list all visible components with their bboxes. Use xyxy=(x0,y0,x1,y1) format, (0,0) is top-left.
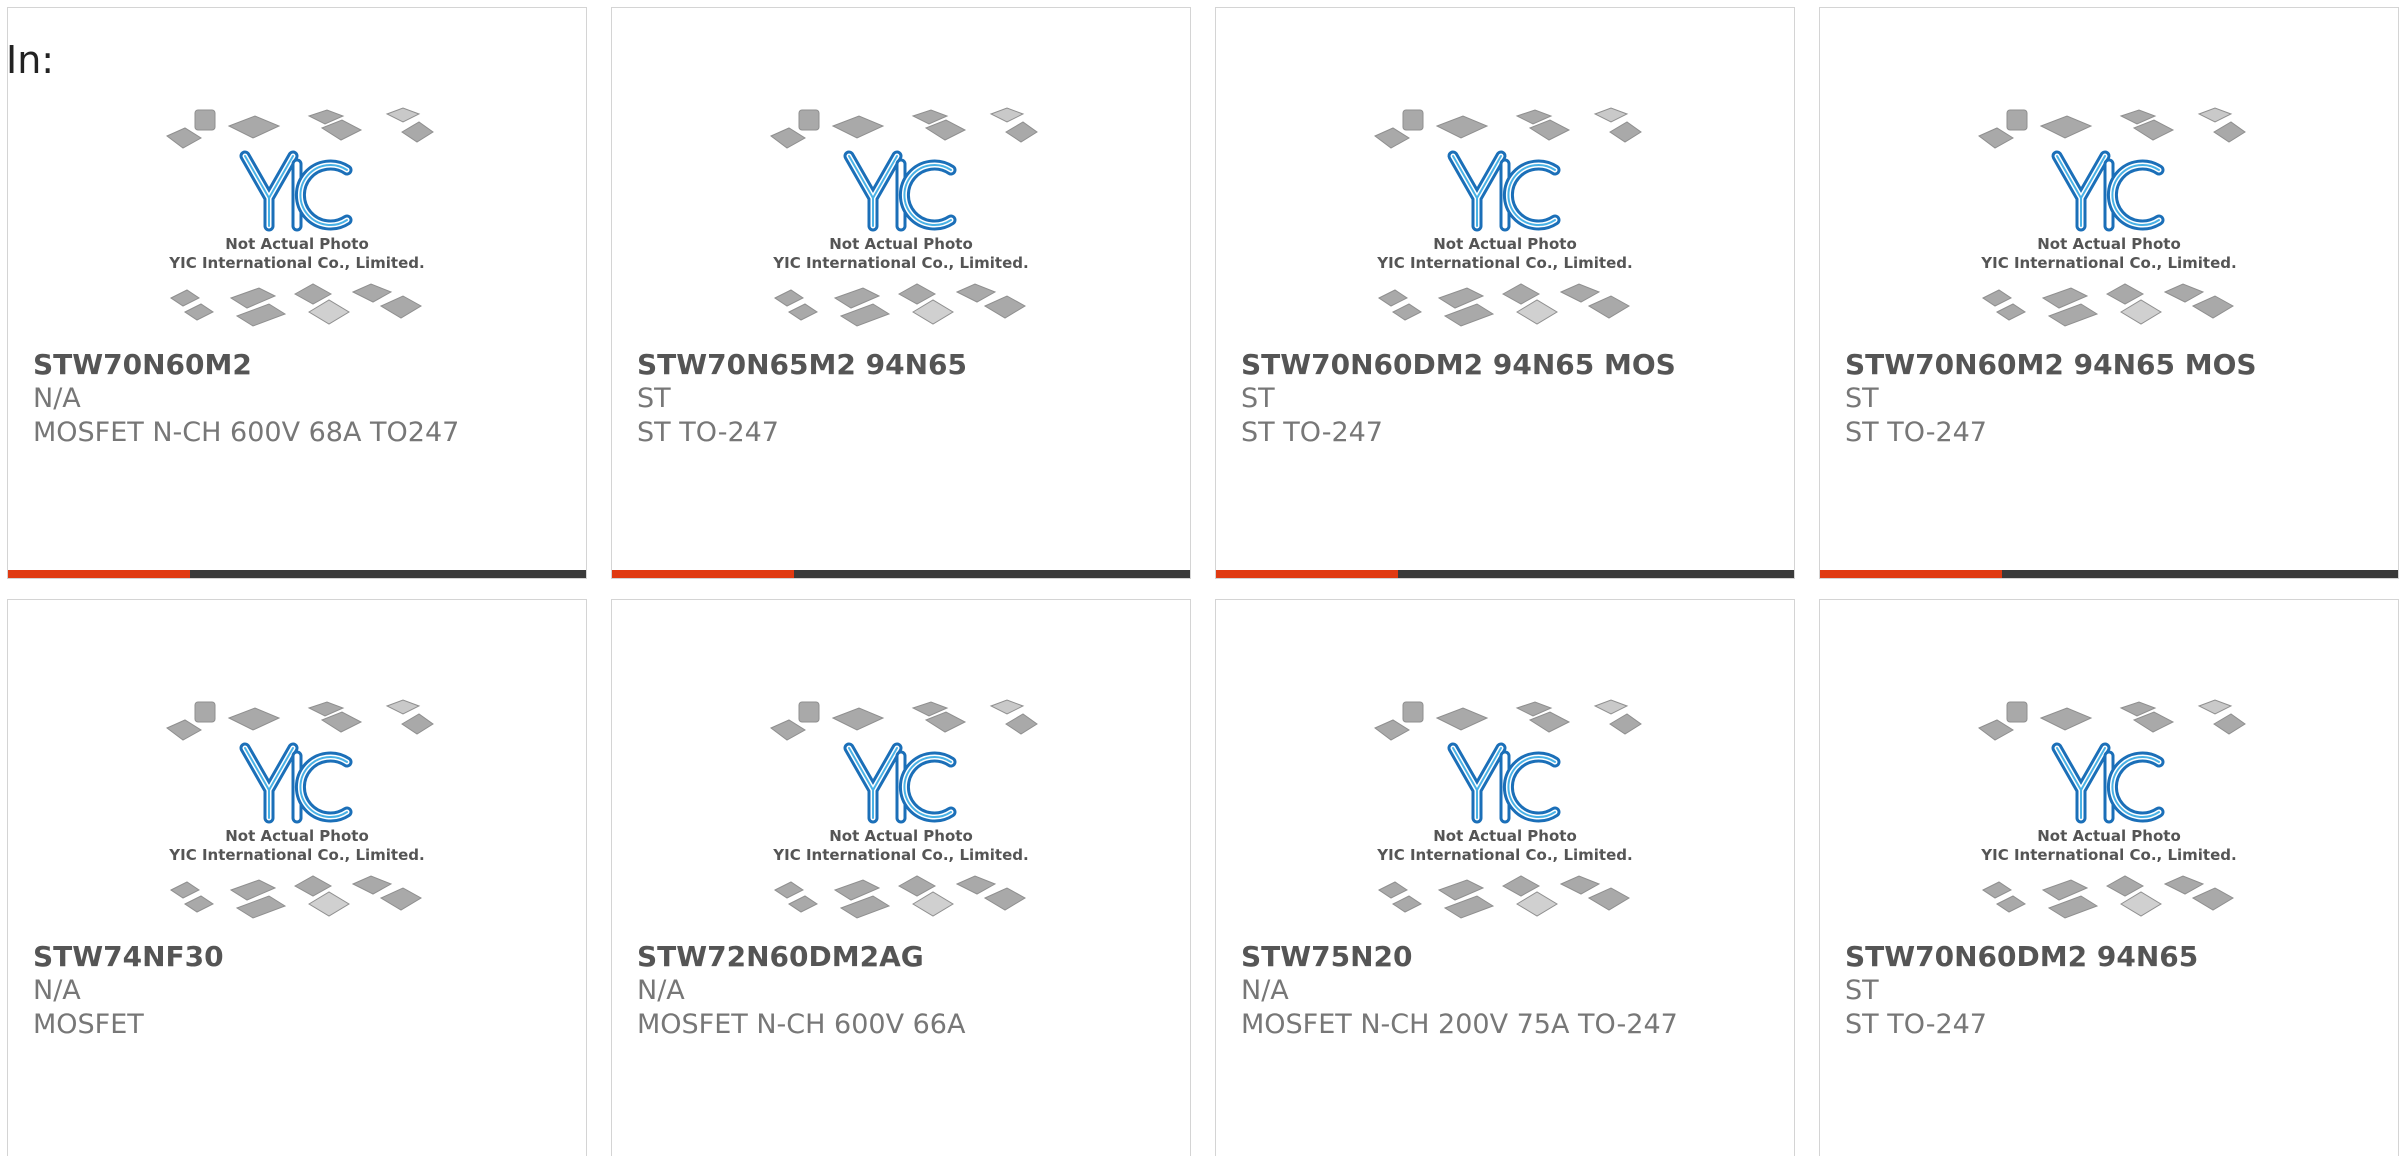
photo-caption-line2: YIC International Co., Limited. xyxy=(772,846,1028,864)
product-card[interactable]: Not Actual Photo YIC International Co., … xyxy=(7,599,587,1156)
photo-caption-line1: Not Actual Photo xyxy=(1433,235,1577,253)
manufacturer: ST xyxy=(637,383,671,414)
card-accent-bar xyxy=(8,570,190,578)
card-accent-bar xyxy=(1820,570,2002,578)
part-number-link[interactable]: STW70N65M2 94N65 xyxy=(637,348,1180,382)
card-accent-bar xyxy=(1216,570,1398,578)
card-footer-bar xyxy=(1820,570,2398,578)
product-card[interactable]: Not Actual Photo YIC International Co., … xyxy=(611,599,1191,1156)
product-image[interactable]: Not Actual Photo YIC International Co., … xyxy=(1820,98,2398,343)
product-info: STW70N60DM2 94N65 ST ST TO-247 xyxy=(1845,940,2388,1042)
product-image[interactable]: Not Actual Photo YIC International Co., … xyxy=(612,98,1190,343)
product-image[interactable]: Not Actual Photo YIC International Co., … xyxy=(1216,98,1794,343)
part-number-link[interactable]: STW70N60DM2 94N65 MOS xyxy=(1241,348,1784,382)
product-info: STW70N60DM2 94N65 MOS ST ST TO-247 xyxy=(1241,348,1784,450)
placeholder-photo-icon: Not Actual Photo YIC International Co., … xyxy=(1374,699,1642,919)
photo-caption-line1: Not Actual Photo xyxy=(2037,235,2181,253)
filter-label: In: xyxy=(6,38,55,82)
product-description: MOSFET N-CH 600V 68A TO247 xyxy=(33,417,460,448)
product-description: MOSFET N-CH 600V 66A xyxy=(637,1009,966,1040)
photo-caption-line2: YIC International Co., Limited. xyxy=(168,846,424,864)
part-number-link[interactable]: STW75N20 xyxy=(1241,940,1784,974)
photo-caption-line1: Not Actual Photo xyxy=(225,235,369,253)
placeholder-photo-icon: Not Actual Photo YIC International Co., … xyxy=(1978,699,2246,919)
part-number-link[interactable]: STW70N60M2 94N65 MOS xyxy=(1845,348,2388,382)
photo-caption-line1: Not Actual Photo xyxy=(829,235,973,253)
photo-caption-line2: YIC International Co., Limited. xyxy=(1980,846,2236,864)
product-card[interactable]: Not Actual Photo YIC International Co., … xyxy=(7,7,587,579)
photo-caption-line1: Not Actual Photo xyxy=(225,827,369,845)
part-number-link[interactable]: STW74NF30 xyxy=(33,940,576,974)
photo-caption-line2: YIC International Co., Limited. xyxy=(1376,254,1632,272)
product-description: ST TO-247 xyxy=(1845,1009,1987,1040)
product-info: STW75N20 N/A MOSFET N-CH 200V 75A TO-247 xyxy=(1241,940,1784,1042)
card-accent-bar xyxy=(612,570,794,578)
product-image[interactable]: Not Actual Photo YIC International Co., … xyxy=(1216,690,1794,935)
placeholder-photo-icon: Not Actual Photo YIC International Co., … xyxy=(1374,107,1642,327)
product-card[interactable]: Not Actual Photo YIC International Co., … xyxy=(1819,7,2399,579)
product-info: STW70N65M2 94N65 ST ST TO-247 xyxy=(637,348,1180,450)
manufacturer: N/A xyxy=(33,383,81,414)
photo-caption-line1: Not Actual Photo xyxy=(829,827,973,845)
manufacturer: N/A xyxy=(1241,975,1289,1006)
product-info: STW74NF30 N/A MOSFET xyxy=(33,940,576,1042)
product-card[interactable]: Not Actual Photo YIC International Co., … xyxy=(1215,7,1795,579)
product-listing-page: In: Not Actual Photo YIC International C… xyxy=(0,0,2400,1156)
placeholder-photo-icon: Not Actual Photo YIC International Co., … xyxy=(770,699,1038,919)
photo-caption-line1: Not Actual Photo xyxy=(2037,827,2181,845)
product-image[interactable]: Not Actual Photo YIC International Co., … xyxy=(1820,690,2398,935)
photo-caption-line2: YIC International Co., Limited. xyxy=(1980,254,2236,272)
card-footer-bar xyxy=(8,570,586,578)
photo-caption-line2: YIC International Co., Limited. xyxy=(1376,846,1632,864)
placeholder-photo-icon: Not Actual Photo YIC International Co., … xyxy=(166,699,434,919)
part-number-link[interactable]: STW72N60DM2AG xyxy=(637,940,1180,974)
placeholder-photo-icon: Not Actual Photo YIC International Co., … xyxy=(1978,107,2246,327)
part-number-link[interactable]: STW70N60DM2 94N65 xyxy=(1845,940,2388,974)
product-description: ST TO-247 xyxy=(637,417,779,448)
manufacturer: ST xyxy=(1241,383,1275,414)
product-image[interactable]: Not Actual Photo YIC International Co., … xyxy=(8,690,586,935)
photo-caption-line2: YIC International Co., Limited. xyxy=(168,254,424,272)
manufacturer: N/A xyxy=(637,975,685,1006)
photo-caption-line2: YIC International Co., Limited. xyxy=(772,254,1028,272)
part-number-link[interactable]: STW70N60M2 xyxy=(33,348,576,382)
manufacturer: ST xyxy=(1845,975,1879,1006)
photo-caption-line1: Not Actual Photo xyxy=(1433,827,1577,845)
product-description: ST TO-247 xyxy=(1241,417,1383,448)
card-footer-bar xyxy=(1216,570,1794,578)
product-grid: Not Actual Photo YIC International Co., … xyxy=(7,7,2400,1156)
product-description: ST TO-247 xyxy=(1845,417,1987,448)
manufacturer: N/A xyxy=(33,975,81,1006)
manufacturer: ST xyxy=(1845,383,1879,414)
product-card[interactable]: Not Actual Photo YIC International Co., … xyxy=(1215,599,1795,1156)
product-info: STW70N60M2 N/A MOSFET N-CH 600V 68A TO24… xyxy=(33,348,576,450)
product-image[interactable]: Not Actual Photo YIC International Co., … xyxy=(612,690,1190,935)
placeholder-photo-icon: Not Actual Photo YIC International Co., … xyxy=(770,107,1038,327)
product-image[interactable]: Not Actual Photo YIC International Co., … xyxy=(8,98,586,343)
product-info: STW72N60DM2AG N/A MOSFET N-CH 600V 66A xyxy=(637,940,1180,1042)
product-info: STW70N60M2 94N65 MOS ST ST TO-247 xyxy=(1845,348,2388,450)
product-card[interactable]: Not Actual Photo YIC International Co., … xyxy=(1819,599,2399,1156)
product-description: MOSFET N-CH 200V 75A TO-247 xyxy=(1241,1009,1678,1040)
product-description: MOSFET xyxy=(33,1009,144,1040)
placeholder-photo-icon: Not Actual Photo YIC International Co., … xyxy=(166,107,434,327)
product-card[interactable]: Not Actual Photo YIC International Co., … xyxy=(611,7,1191,579)
card-footer-bar xyxy=(612,570,1190,578)
